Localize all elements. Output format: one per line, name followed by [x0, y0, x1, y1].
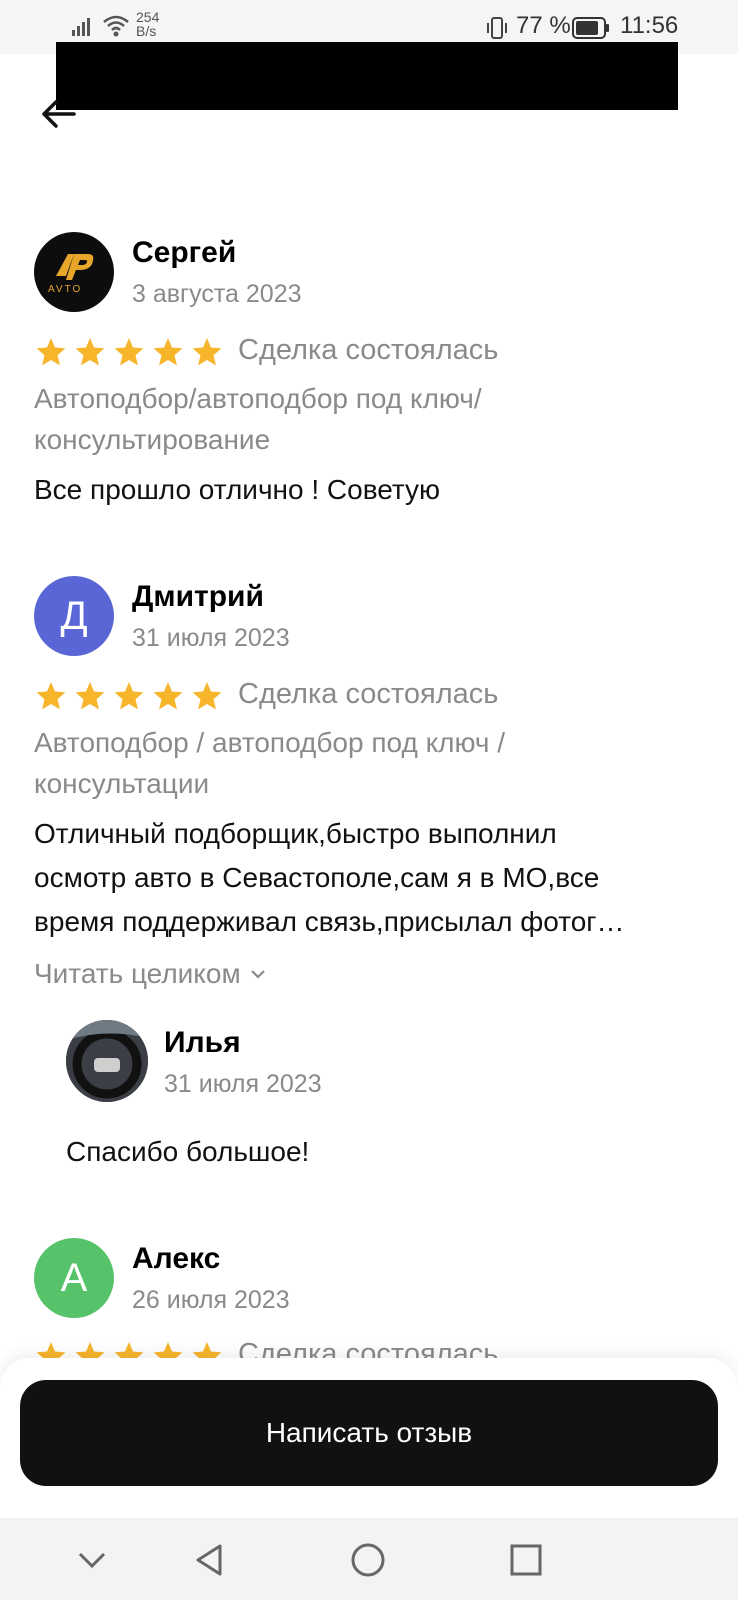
read-more-label: Читать целиком [34, 958, 241, 989]
avatar: А [34, 1238, 114, 1318]
wifi-icon [103, 15, 129, 37]
star-icon [114, 338, 144, 366]
star-icon [36, 682, 66, 710]
review-text: Все прошло отлично ! Советую [34, 474, 441, 505]
review-date: 26 июля 2023 [132, 1286, 290, 1314]
star-icon [192, 682, 222, 710]
avatar: Д [34, 576, 114, 656]
avatar-logo-text: AVTO [48, 284, 83, 295]
star-icon [192, 338, 222, 366]
reply-date: 31 июля 2023 [164, 1070, 322, 1098]
recents-square-icon[interactable] [506, 1540, 546, 1580]
star-icon [75, 338, 105, 366]
write-review-button[interactable]: Написать отзыв [20, 1380, 718, 1486]
rating-stars [34, 680, 224, 712]
review-date: 31 июля 2023 [132, 624, 290, 652]
star-icon [153, 682, 183, 710]
review-category: Автоподбор/автоподбор под ключ/ консульт… [34, 383, 482, 455]
back-arrow-icon[interactable] [36, 92, 80, 136]
star-icon [36, 338, 66, 366]
review-text-line: время поддерживал связь,присылал фотог… [34, 906, 625, 937]
vibrate-icon [487, 17, 507, 39]
reviewer-name: Сергей [132, 236, 237, 269]
star-icon [153, 338, 183, 366]
network-speed: 254 B/s [136, 9, 160, 39]
reviewer-name: Алекс [132, 1242, 221, 1275]
chevron-down-icon [250, 970, 265, 979]
star-icon [114, 682, 144, 710]
signal-icon [72, 18, 90, 36]
review-date: 3 августа 2023 [132, 280, 302, 308]
review-text-line: осмотр авто в Севастополе,сам я в МО,все [34, 862, 600, 893]
redacted-header [56, 42, 678, 110]
home-circle-icon[interactable] [348, 1540, 388, 1580]
avatar: AVTO [34, 232, 114, 312]
reply-author-name: Илья [164, 1026, 241, 1059]
review-text-line: Отличный подборщик,быстро выполнил [34, 818, 557, 849]
back-triangle-icon[interactable] [190, 1540, 230, 1580]
review-text: Отличный подборщик,быстро выполнил осмот… [34, 812, 714, 944]
battery-icon [572, 17, 609, 39]
reviewer-name: Дмитрий [132, 580, 264, 613]
reply-text: Спасибо большое! [66, 1136, 310, 1167]
clock: 11:56 [620, 12, 679, 39]
read-more-link[interactable]: Читать целиком [34, 958, 267, 990]
battery-percent: 77 % [516, 12, 571, 39]
reply-avatar [66, 1020, 148, 1102]
chevron-down-icon[interactable] [72, 1540, 112, 1580]
deal-status: Сделка состоялась [238, 678, 499, 710]
deal-status: Сделка состоялась [238, 334, 499, 366]
star-icon [75, 682, 105, 710]
review-category: Автоподбор / автоподбор под ключ / консу… [34, 727, 505, 799]
rating-stars [34, 336, 224, 368]
